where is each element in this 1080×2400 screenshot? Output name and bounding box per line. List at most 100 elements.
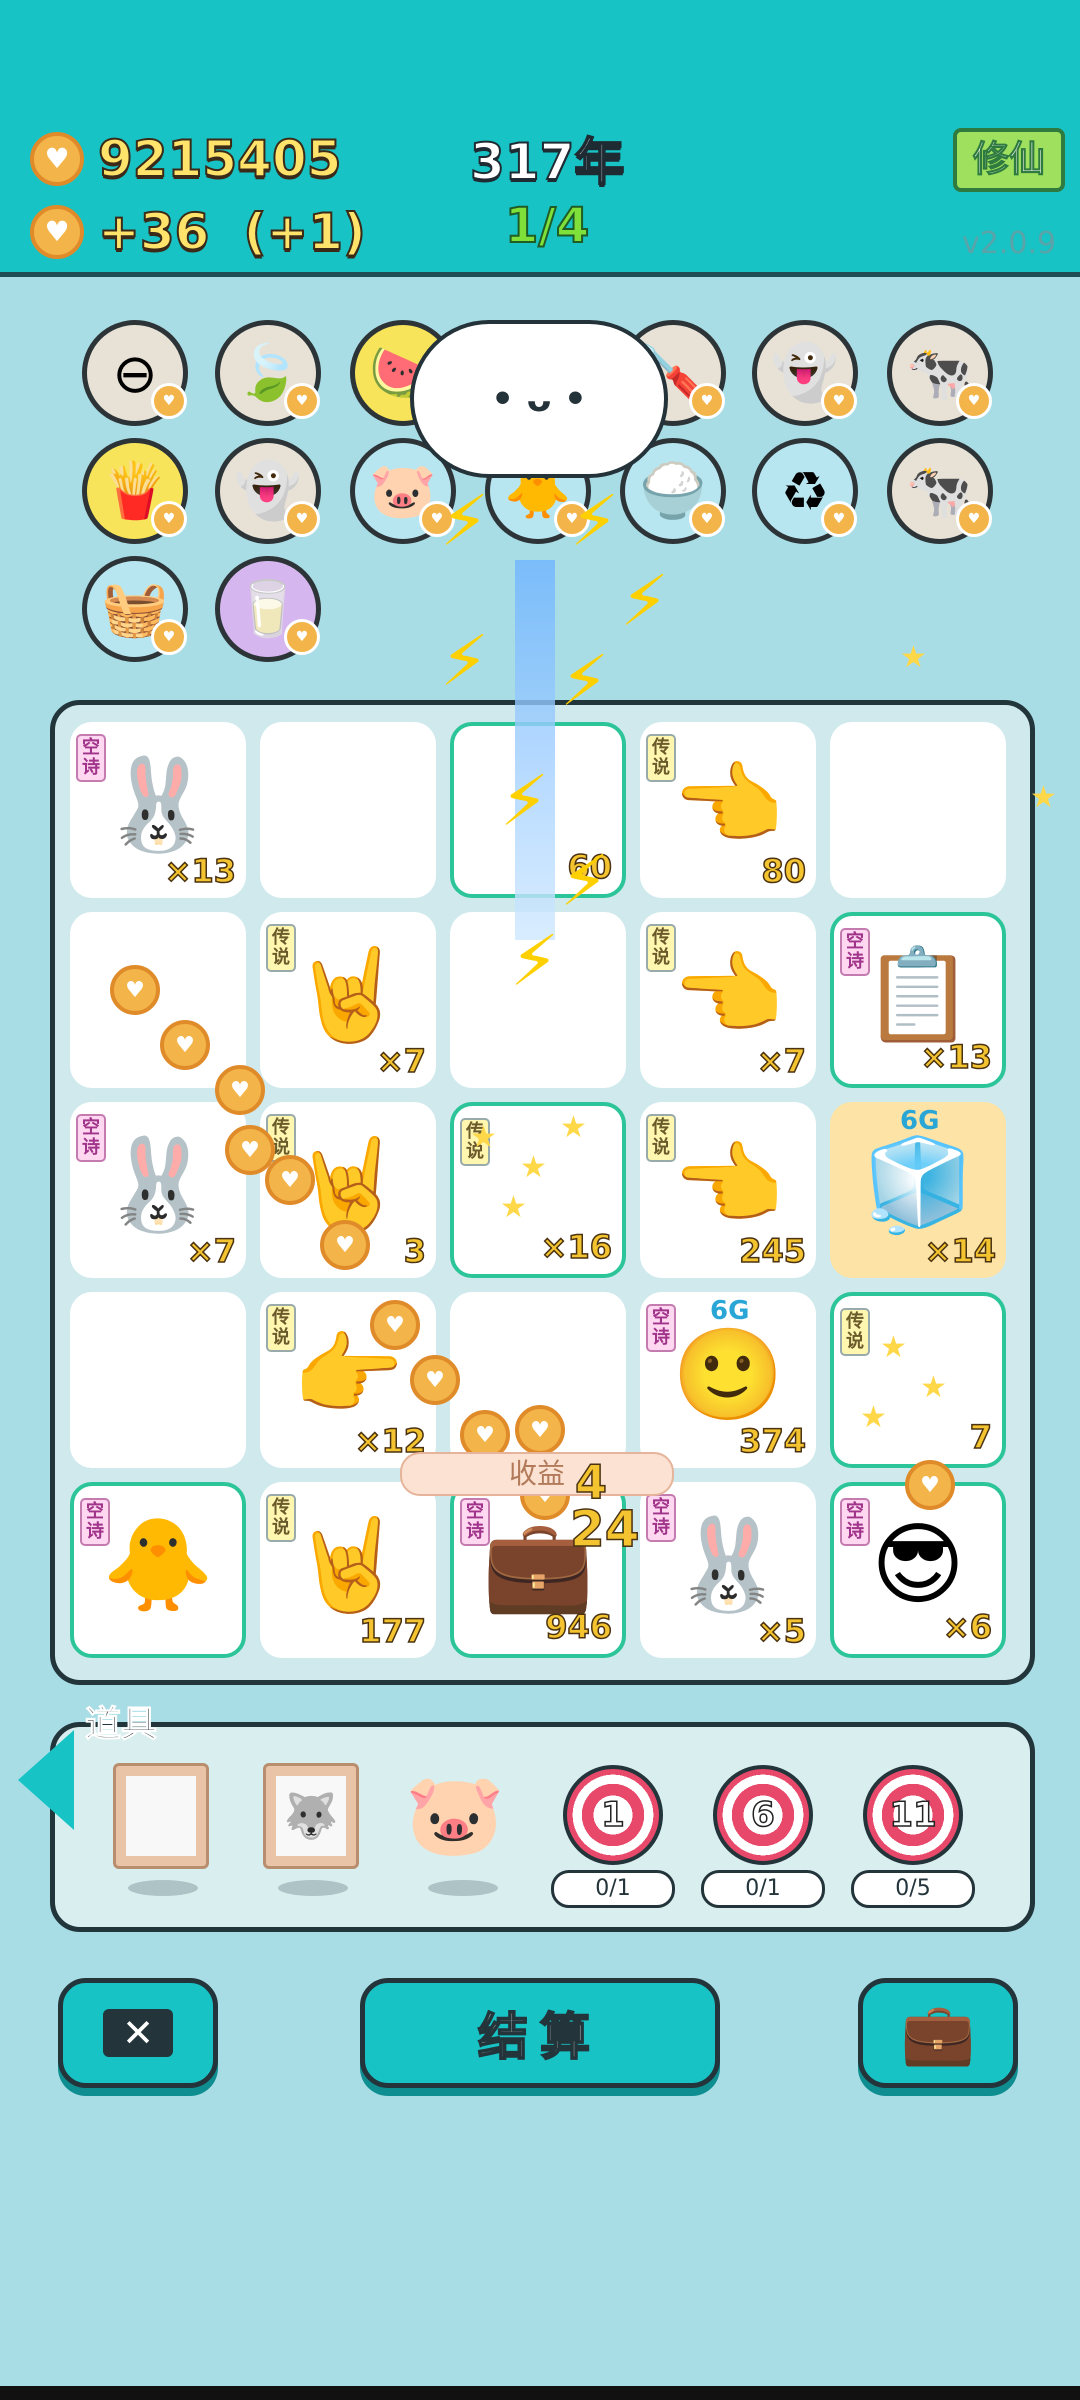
coin-badge-icon: ♥ xyxy=(956,383,992,419)
board-cell[interactable]: 空诗 📋 ×13 xyxy=(830,912,1006,1088)
cow-pair-item[interactable]: 🐄 ♥ xyxy=(887,320,993,426)
fries-item[interactable]: 🍟 ♥ xyxy=(82,438,188,544)
coin-particle: ♥ xyxy=(320,1220,370,1270)
cell-count: ×5 xyxy=(756,1611,807,1651)
briefcase-icon: 💼 xyxy=(900,1998,976,2069)
board-cell[interactable] xyxy=(70,912,246,1088)
board-cell[interactable]: 空诗 🐰 ×13 xyxy=(70,722,246,898)
star-icon: ★ xyxy=(520,1150,547,1185)
coin-total: 9215405 xyxy=(97,129,343,189)
system-bar xyxy=(0,2386,1080,2400)
cell-count: 7 xyxy=(969,1417,993,1457)
coin-income-row: ♥ +36 (+1) xyxy=(30,202,367,262)
gain-label: 收益 xyxy=(400,1452,674,1496)
coin-particle: ♥ xyxy=(215,1065,265,1115)
cell-item-icon: 🧊 xyxy=(861,1132,975,1238)
level-badge: 6G xyxy=(710,1296,750,1326)
coin-particle: ♥ xyxy=(410,1355,460,1405)
star-icon: ★ xyxy=(920,1370,947,1405)
husky-frame-tool[interactable]: 🐺 xyxy=(263,1763,359,1869)
strawberry-basket-item[interactable]: 🧺 ♥ xyxy=(82,556,188,662)
board-cell[interactable]: 传说 🤘 177 xyxy=(260,1482,436,1658)
backpack-button[interactable]: 💼 xyxy=(858,1978,1018,2088)
star-icon: ★ xyxy=(880,1330,907,1365)
coin-badge-icon: ♥ xyxy=(821,501,857,537)
year-counter: 317年 xyxy=(469,132,625,192)
star-icon: ★ xyxy=(1030,780,1057,815)
cell-count: 946 xyxy=(544,1607,612,1647)
coin-badge-icon: ♥ xyxy=(151,501,187,537)
coin-particle: ♥ xyxy=(905,1460,955,1510)
coin-icon: ♥ xyxy=(30,205,84,259)
board-cell[interactable]: 6G 🧊 ×14 xyxy=(830,1102,1006,1278)
empty-frame-tool[interactable] xyxy=(113,1763,209,1869)
cow-pair-item-2[interactable]: 🐄 ♥ xyxy=(887,438,993,544)
remove-button[interactable]: ✕ xyxy=(58,1978,218,2088)
settle-button[interactable]: 结算 xyxy=(360,1978,720,2088)
delete-icon: ✕ xyxy=(103,2009,173,2057)
cell-count: ×7 xyxy=(756,1041,807,1081)
board-cell[interactable]: 空诗 🐥 xyxy=(70,1482,246,1658)
board-cell[interactable]: 空诗 😎 ×6 xyxy=(830,1482,1006,1658)
lightning-icon: ⚡ xyxy=(510,920,560,1002)
board-cell[interactable]: 传说 🤘 ×7 xyxy=(260,912,436,1088)
coin-badge-icon: ♥ xyxy=(284,501,320,537)
board-cell[interactable]: 空诗 🐰 ×7 xyxy=(70,1102,246,1278)
target-tool-1[interactable]: 1 xyxy=(563,1765,663,1865)
version-label: v2.0.9 xyxy=(962,226,1057,261)
coin-particle: ♥ xyxy=(265,1155,315,1205)
cell-count: 245 xyxy=(738,1231,806,1271)
coin-badge-icon: ♥ xyxy=(151,619,187,655)
lightning-icon: ⚡ xyxy=(560,840,610,922)
coin-badge-icon: ♥ xyxy=(284,383,320,419)
xiuxian-button[interactable]: 修仙 xyxy=(953,128,1065,192)
lightning-icon: ⚡ xyxy=(500,760,550,842)
scroll-left-arrow-icon[interactable] xyxy=(18,1730,74,1830)
cell-item-icon: 👈 xyxy=(671,1132,785,1238)
star-icon: ★ xyxy=(470,1120,497,1155)
cell-item-icon: 👈 xyxy=(671,942,785,1048)
minus-item[interactable]: ⊖ ♥ xyxy=(82,320,188,426)
ghost-tongue-item[interactable]: 👻 ♥ xyxy=(215,438,321,544)
board-cell[interactable] xyxy=(260,722,436,898)
piggy-bank-tool-icon[interactable]: 🐷 xyxy=(405,1768,505,1862)
board-cell[interactable] xyxy=(830,722,1006,898)
rarity-tag: 空诗 xyxy=(840,1498,870,1546)
tool-shadow xyxy=(128,1880,198,1896)
board-cell[interactable] xyxy=(70,1292,246,1468)
coin-particle: ♥ xyxy=(160,1020,210,1070)
cell-item-icon: 🐰 xyxy=(101,752,215,858)
board-cell[interactable]: 传说 👈 80 xyxy=(640,722,816,898)
milk-jar-item[interactable]: 🥛 ♥ xyxy=(215,556,321,662)
coin-total-row: ♥ 9215405 xyxy=(30,129,343,189)
board-cell[interactable]: 传说 7 xyxy=(830,1292,1006,1468)
coin-income: +36 xyxy=(97,202,210,262)
cell-item-icon: 🤘 xyxy=(291,942,405,1048)
lightning-icon: ⚡ xyxy=(620,560,670,642)
board-cell[interactable]: 空诗 6G 🙂 374 xyxy=(640,1292,816,1468)
ghost-item[interactable]: 👻 ♥ xyxy=(752,320,858,426)
coin-badge-icon: ♥ xyxy=(689,501,725,537)
cell-item-icon: 🤘 xyxy=(291,1512,405,1618)
cell-item-icon: 📋 xyxy=(861,942,975,1048)
target-tool-2[interactable]: 6 xyxy=(713,1765,813,1865)
tool-shadow xyxy=(428,1880,498,1896)
cell-count: ×7 xyxy=(376,1041,427,1081)
star-icon: ★ xyxy=(860,1400,887,1435)
cloud-creature: • ᴗ • xyxy=(410,320,668,478)
lightning-icon: ⚡ xyxy=(440,480,490,562)
settle-label: 结算 xyxy=(477,2007,602,2067)
target-tool-3[interactable]: 11 xyxy=(863,1765,963,1865)
float-number-24: 24 xyxy=(569,1499,640,1559)
board-cell[interactable]: 空诗 🐰 ×5 xyxy=(640,1482,816,1658)
board-cell[interactable]: 传说 👈 ×7 xyxy=(640,912,816,1088)
lightning-icon: ⚡ xyxy=(440,620,490,702)
board-cell[interactable]: 传说 👈 245 xyxy=(640,1102,816,1278)
cell-item-icon: 🐰 xyxy=(671,1512,785,1618)
star-icon: ★ xyxy=(900,640,927,675)
coin-badge-icon: ♥ xyxy=(821,383,857,419)
lightning-icon: ⚡ xyxy=(570,480,620,562)
leaf-item[interactable]: 🍃 ♥ xyxy=(215,320,321,426)
target-progress-1: 0/1 xyxy=(551,1870,675,1908)
trash-bag-item[interactable]: ♻ ♥ xyxy=(752,438,858,544)
